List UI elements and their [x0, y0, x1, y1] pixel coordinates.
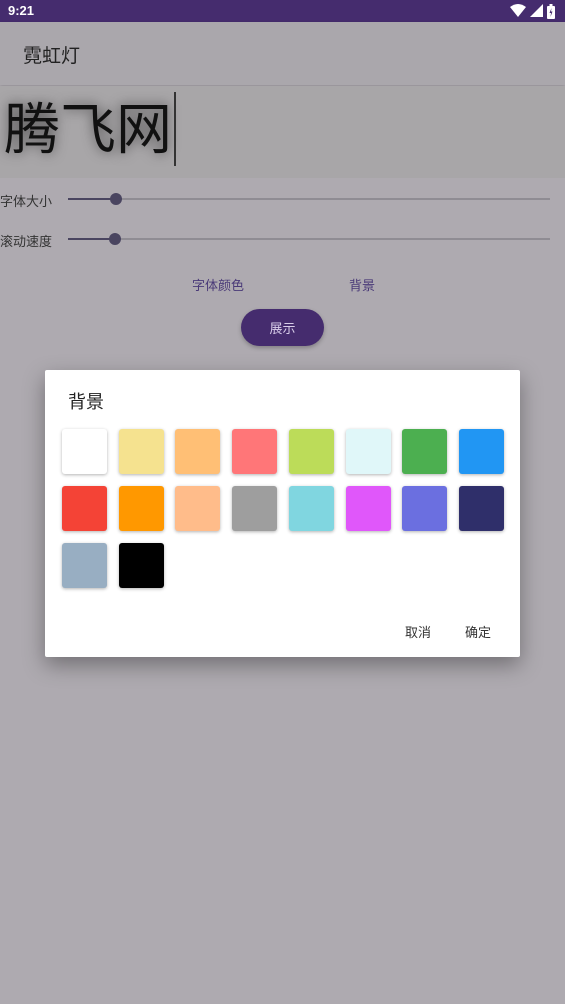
- scroll-speed-slider[interactable]: [68, 233, 550, 245]
- color-swatch[interactable]: [288, 429, 334, 474]
- color-swatch[interactable]: [458, 486, 504, 531]
- background-color-dialog: 背景 取消 确定: [45, 370, 520, 657]
- preview-text[interactable]: 腾飞网: [4, 92, 176, 166]
- font-size-label: 字体大小: [0, 195, 53, 210]
- color-swatch[interactable]: [402, 429, 448, 474]
- scroll-speed-slider-fill: [68, 238, 116, 240]
- color-swatch[interactable]: [402, 486, 448, 531]
- color-swatch[interactable]: [232, 486, 278, 531]
- font-size-slider-thumb[interactable]: [110, 193, 123, 205]
- cellular-signal-icon: [530, 4, 543, 17]
- wifi-icon: [510, 4, 526, 17]
- status-time: 9:21: [8, 3, 35, 18]
- scroll-speed-label: 滚动速度: [0, 235, 53, 250]
- color-swatch[interactable]: [345, 429, 391, 474]
- status-icons: [510, 3, 555, 19]
- color-swatch[interactable]: [118, 486, 164, 531]
- background-button[interactable]: 背景: [349, 275, 375, 294]
- app-title: 霓虹灯: [23, 45, 81, 67]
- color-swatch[interactable]: [345, 486, 391, 531]
- color-swatch[interactable]: [175, 486, 221, 531]
- color-swatch[interactable]: [232, 429, 278, 474]
- font-size-slider[interactable]: [68, 193, 550, 205]
- font-size-slider-row: 字体大小: [0, 187, 565, 211]
- color-swatch[interactable]: [175, 429, 221, 474]
- color-swatch[interactable]: [118, 543, 164, 588]
- cancel-button[interactable]: 取消: [405, 622, 431, 641]
- color-swatch[interactable]: [62, 486, 107, 531]
- confirm-button[interactable]: 确定: [465, 622, 491, 641]
- color-swatch[interactable]: [288, 486, 334, 531]
- font-size-slider-fill: [68, 198, 117, 200]
- color-swatch[interactable]: [458, 429, 504, 474]
- show-button[interactable]: 展示: [241, 309, 324, 346]
- app-bar: 霓虹灯: [0, 22, 565, 85]
- preview-text-content: 腾飞网: [4, 98, 172, 163]
- scroll-speed-slider-thumb[interactable]: [109, 233, 122, 245]
- status-bar: 9:21: [0, 0, 565, 22]
- font-color-button[interactable]: 字体颜色: [192, 275, 244, 294]
- text-cursor: [174, 92, 176, 166]
- battery-icon: [547, 3, 555, 19]
- color-swatch[interactable]: [62, 543, 107, 588]
- color-swatch[interactable]: [118, 429, 164, 474]
- dialog-title: 背景: [68, 392, 104, 413]
- show-button-label: 展示: [269, 322, 296, 337]
- color-swatch[interactable]: [62, 429, 107, 474]
- neon-preview[interactable]: 腾飞网: [0, 86, 565, 178]
- scroll-speed-slider-row: 滚动速度: [0, 227, 565, 251]
